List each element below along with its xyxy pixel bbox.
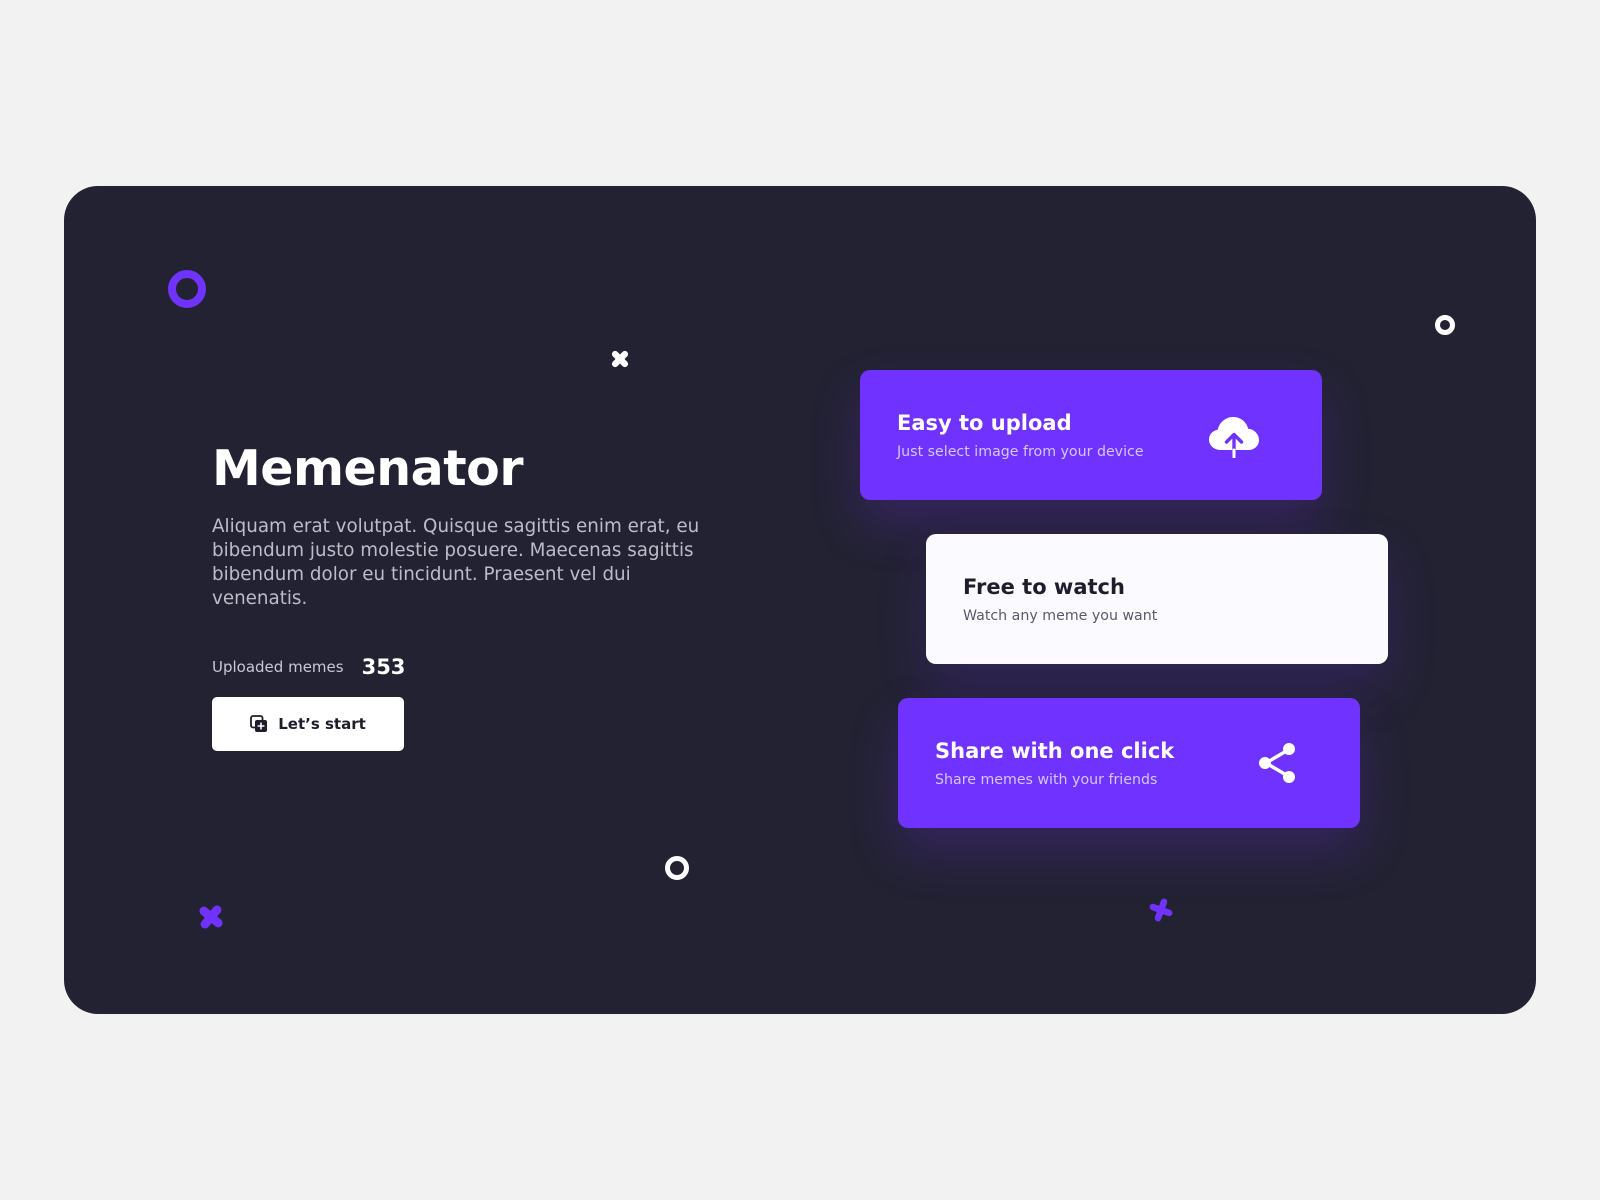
cloud-upload-icon	[1209, 417, 1259, 458]
decorative-cross-purple-icon	[196, 902, 226, 932]
feature-card-upload[interactable]: Easy to upload Just select image from yo…	[860, 370, 1322, 500]
decorative-ring-white	[1435, 315, 1455, 335]
page-title: Memenator	[212, 440, 524, 497]
decorative-ring-white	[665, 856, 689, 880]
share-icon[interactable]	[1258, 742, 1296, 784]
feature-card-share[interactable]: Share with one click Share memes with yo…	[898, 698, 1360, 828]
hero-content: Memenator Aliquam erat volutpat. Quisque…	[212, 444, 712, 751]
feature-card-title: Free to watch	[963, 575, 1125, 599]
decorative-ring-purple	[168, 270, 206, 308]
stat-value: 353	[361, 655, 406, 679]
uploaded-memes-stat: Uploaded memes 353	[212, 655, 712, 679]
feature-card-watch[interactable]: Free to watch Watch any meme you want	[926, 534, 1388, 664]
lets-start-label: Let’s start	[278, 715, 366, 733]
hero-description: Aliquam erat volutpat. Quisque sagittis …	[212, 516, 700, 609]
add-image-icon	[250, 715, 268, 732]
stat-label: Uploaded memes	[212, 658, 344, 676]
feature-card-subtitle: Watch any meme you want	[963, 608, 1158, 624]
lets-start-button[interactable]: Let’s start	[212, 697, 404, 751]
decorative-cross-white-icon	[609, 348, 631, 370]
hero-panel: Memenator Aliquam erat volutpat. Quisque…	[64, 186, 1536, 1014]
decorative-cross-purple-icon	[1148, 897, 1174, 923]
